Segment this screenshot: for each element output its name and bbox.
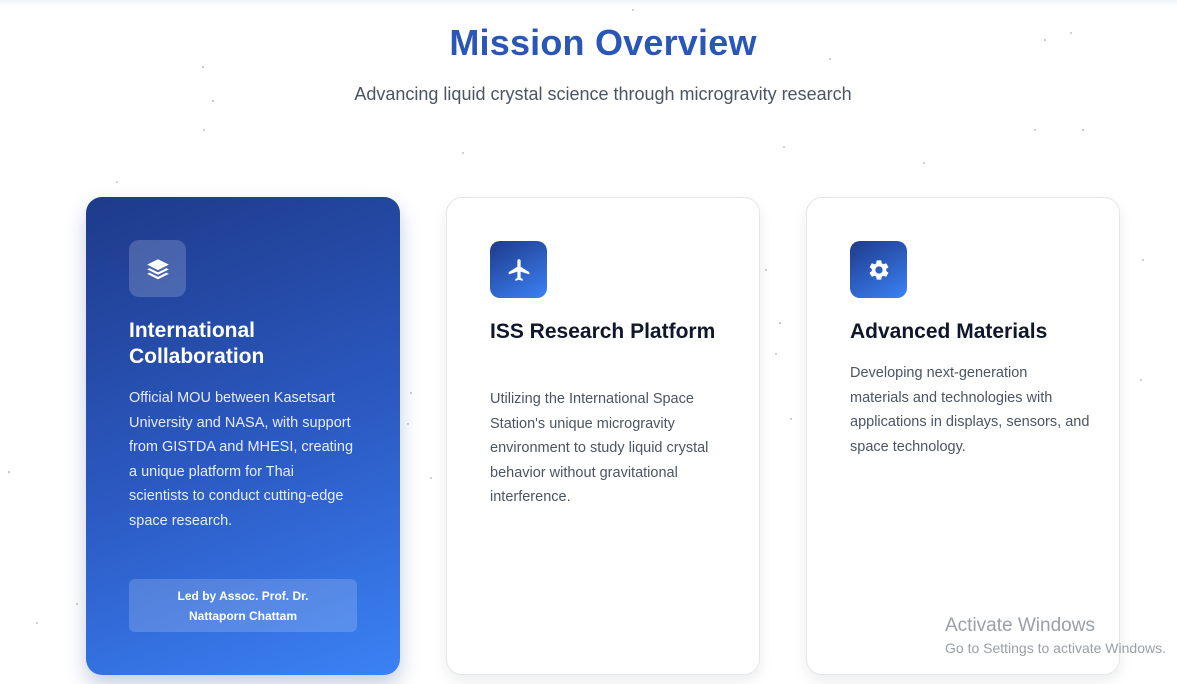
page-title: Mission Overview xyxy=(449,22,757,63)
card-description: Official MOU between Kasetsart Universit… xyxy=(129,390,354,529)
plane-icon xyxy=(490,241,547,298)
lead-researcher-badge: Led by Assoc. Prof. Dr. Nattaporn Chatta… xyxy=(129,579,357,632)
card-title: Advanced Materials xyxy=(850,320,1048,343)
card-title: ISS Research Platform xyxy=(490,320,716,343)
watermark-subtitle: Go to Settings to activate Windows. xyxy=(945,640,1166,656)
watermark-title: Activate Windows xyxy=(945,615,1095,636)
card-description: Developing next-generation materials and… xyxy=(850,365,1090,455)
card-title: International Collaboration xyxy=(129,319,265,368)
card-international-collaboration[interactable]: International Collaboration Official MOU… xyxy=(86,197,400,675)
gear-icon xyxy=(850,241,907,298)
page-subtitle: Advancing liquid crystal science through… xyxy=(354,84,852,104)
top-shadow xyxy=(0,0,1177,6)
card-description: Utilizing the International Space Statio… xyxy=(490,391,709,505)
card-iss-research-platform[interactable]: ISS Research Platform Utilizing the Inte… xyxy=(446,197,760,675)
card-advanced-materials[interactable]: Advanced Materials Developing next-gener… xyxy=(806,197,1120,675)
activate-windows-watermark: Activate Windows Go to Settings to activ… xyxy=(945,614,1166,658)
layers-icon xyxy=(129,240,186,297)
